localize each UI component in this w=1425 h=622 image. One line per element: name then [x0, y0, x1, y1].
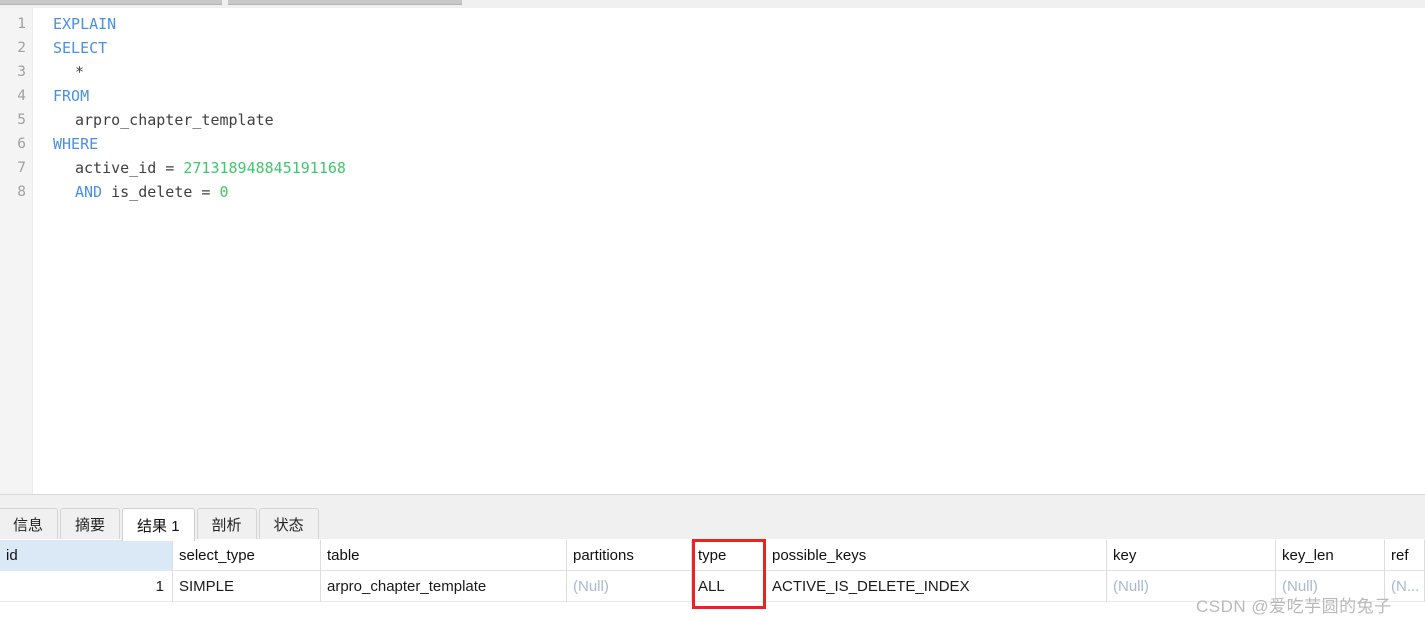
- tab-1[interactable]: 信息: [0, 508, 59, 540]
- result-tabs[interactable]: 信息 摘要 结果 1 剖析 状态: [0, 508, 321, 541]
- toolbar-segment-left: [0, 0, 222, 5]
- cell-value-null: (Null): [573, 578, 609, 595]
- cell-value: ACTIVE_IS_DELETE_INDEX: [772, 578, 970, 595]
- result-tab-strip: 信息 摘要 结果 1 剖析 状态: [0, 495, 1425, 541]
- code-line[interactable]: FROM: [53, 84, 89, 108]
- cell-type[interactable]: ALL: [692, 571, 766, 602]
- tab-5[interactable]: 状态: [258, 508, 319, 540]
- tab-label: 摘要: [75, 517, 106, 534]
- code-token-kw: EXPLAIN: [53, 15, 117, 33]
- cell-select_type[interactable]: SIMPLE: [173, 571, 321, 602]
- code-token-idt: is_delete =: [102, 183, 220, 201]
- line-number: 6: [17, 136, 26, 152]
- top-toolbar-strip: [0, 0, 1425, 8]
- toolbar-segment-right: [228, 0, 462, 5]
- tab-3-active[interactable]: 结果 1: [122, 508, 195, 541]
- cell-id[interactable]: 1: [0, 571, 173, 602]
- code-line[interactable]: *: [75, 60, 84, 84]
- line-number: 5: [17, 112, 26, 128]
- tab-4[interactable]: 剖析: [196, 508, 257, 540]
- code-line[interactable]: active_id = 271318948845191168: [75, 156, 346, 180]
- code-line[interactable]: arpro_chapter_template: [75, 108, 274, 132]
- cell-value: SIMPLE: [179, 578, 235, 595]
- column-header-select_type[interactable]: select_type: [173, 540, 321, 571]
- line-number: 7: [17, 160, 26, 176]
- line-number: 3: [17, 64, 26, 80]
- column-header-type[interactable]: type: [692, 540, 766, 571]
- code-line[interactable]: AND is_delete = 0: [75, 180, 229, 204]
- csdn-watermark: CSDN @爱吃芋圆的兔子: [1196, 597, 1392, 616]
- code-line[interactable]: EXPLAIN: [53, 12, 116, 36]
- code-token-kw: WHERE: [53, 135, 99, 153]
- column-header-ref[interactable]: ref: [1385, 540, 1425, 571]
- column-header-key_len[interactable]: key_len: [1276, 540, 1385, 571]
- code-line[interactable]: SELECT: [53, 36, 107, 60]
- code-token-num: 271318948845191168: [183, 159, 346, 177]
- code-token-op: =: [156, 159, 184, 177]
- code-token-num: 0: [219, 183, 229, 201]
- line-number: 8: [17, 184, 26, 200]
- column-header-partitions[interactable]: partitions: [567, 540, 692, 571]
- line-number: 2: [17, 40, 26, 56]
- tab-label: 结果 1: [137, 517, 180, 535]
- line-number: 1: [17, 16, 26, 32]
- tab-label: 剖析: [211, 517, 242, 534]
- code-token-idt: active_id: [75, 159, 157, 177]
- cell-value: ALL: [698, 578, 725, 595]
- code-token-kw: FROM: [53, 87, 90, 105]
- column-header-possible_keys[interactable]: possible_keys: [766, 540, 1107, 571]
- cell-partitions[interactable]: (Null): [567, 571, 692, 602]
- cell-possible_keys[interactable]: ACTIVE_IS_DELETE_INDEX: [766, 571, 1107, 602]
- line-number: 4: [17, 88, 26, 104]
- cell-value: 1: [155, 578, 164, 595]
- editor-code-area[interactable]: EXPLAIN SELECT * FROM arpro_chapter_template…: [33, 8, 1425, 494]
- sql-editor[interactable]: 1 2 3 4 5 6 7 8 EXPLAIN SELECT * FROM arpro_chapter…: [0, 8, 1425, 495]
- editor-line-number-gutter: 1 2 3 4 5 6 7 8: [0, 8, 33, 494]
- column-header-table[interactable]: table: [321, 540, 567, 571]
- code-token-kw: AND: [75, 183, 103, 201]
- cell-table[interactable]: arpro_chapter_template: [321, 571, 567, 602]
- code-token-star: *: [75, 63, 85, 81]
- tab-2[interactable]: 摘要: [60, 508, 121, 540]
- column-header-id[interactable]: id: [0, 540, 173, 571]
- cell-value-null: (N...: [1391, 578, 1420, 595]
- cell-value: arpro_chapter_template: [327, 578, 487, 595]
- column-header-key[interactable]: key: [1107, 540, 1276, 571]
- tab-label: 状态: [273, 517, 304, 534]
- code-line[interactable]: WHERE: [53, 132, 98, 156]
- code-token-kw: SELECT: [53, 39, 108, 57]
- tab-label: 信息: [13, 517, 44, 534]
- code-token-idt: arpro_chapter_template: [75, 111, 274, 129]
- cell-value-null: (Null): [1113, 578, 1149, 595]
- grid-header-row[interactable]: id select_type table partitions type possible…: [0, 540, 1425, 571]
